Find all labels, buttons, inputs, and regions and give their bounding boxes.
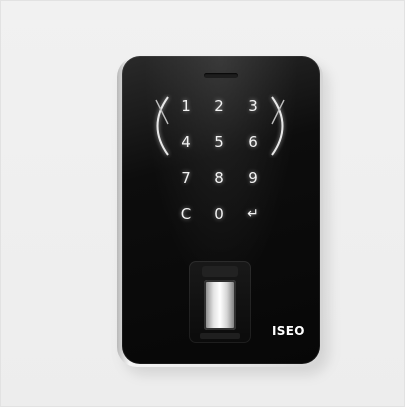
photo-frame: 1 2 3 4 5 6 7 8 9 C 0 ↵ ISEO bbox=[0, 0, 405, 407]
brand-logo: ISEO bbox=[272, 324, 305, 338]
right-arc-icon bbox=[271, 96, 285, 156]
fingerprint-sensor-window[interactable] bbox=[204, 280, 236, 330]
key-9[interactable]: 9 bbox=[242, 167, 264, 189]
key-enter[interactable]: ↵ bbox=[242, 203, 264, 225]
key-3[interactable]: 3 bbox=[242, 95, 264, 117]
left-arc-icon bbox=[155, 96, 169, 156]
key-6[interactable]: 6 bbox=[242, 131, 264, 153]
key-2[interactable]: 2 bbox=[208, 95, 230, 117]
key-1[interactable]: 1 bbox=[175, 95, 197, 117]
key-5[interactable]: 5 bbox=[208, 131, 230, 153]
key-0[interactable]: 0 bbox=[208, 203, 230, 225]
reader-top-bezel bbox=[202, 266, 238, 277]
key-clear[interactable]: C bbox=[175, 203, 197, 225]
access-control-keypad: 1 2 3 4 5 6 7 8 9 C 0 ↵ ISEO bbox=[122, 56, 320, 364]
key-8[interactable]: 8 bbox=[208, 167, 230, 189]
enter-arrow-icon: ↵ bbox=[247, 206, 259, 222]
key-4[interactable]: 4 bbox=[175, 131, 197, 153]
key-7[interactable]: 7 bbox=[175, 167, 197, 189]
reader-bottom-bezel bbox=[200, 333, 240, 339]
proximity-sensor-slot bbox=[204, 73, 238, 78]
fingerprint-reader[interactable] bbox=[189, 261, 251, 343]
